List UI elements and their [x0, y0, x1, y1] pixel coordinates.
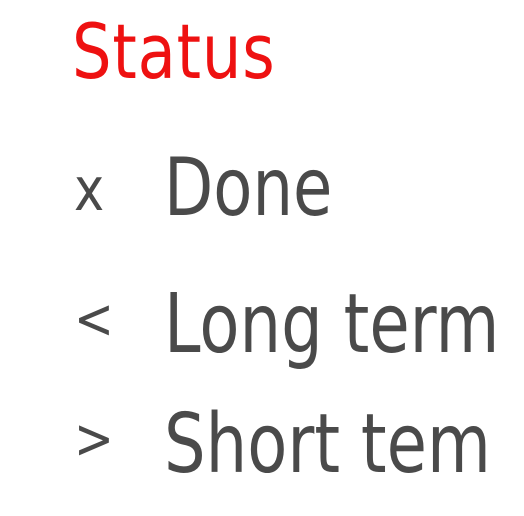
short-term-symbol: > [74, 407, 114, 472]
short-term-label: Short tem [164, 397, 491, 492]
long-term-symbol: < [74, 287, 114, 352]
legend-item-done: x Done [0, 148, 524, 248]
legend-title: Status [72, 7, 276, 96]
done-label: Done [164, 141, 333, 234]
legend-item-long-term: < Long term [0, 284, 524, 384]
long-term-label: Long term [164, 277, 500, 372]
legend-item-short-term: > Short tem [0, 404, 524, 504]
done-symbol: x [74, 155, 105, 225]
